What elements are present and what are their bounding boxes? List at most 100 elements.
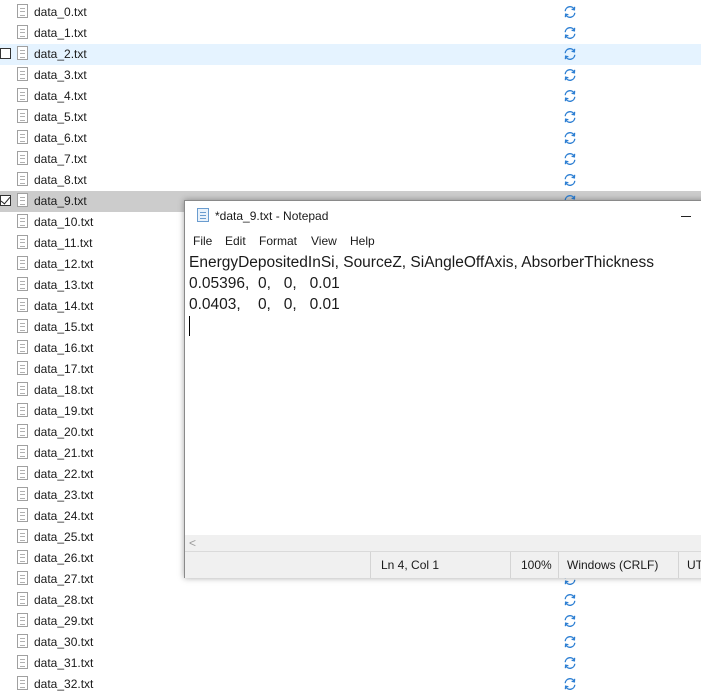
encoding: UT xyxy=(678,552,701,578)
file-name: data_0.txt xyxy=(34,5,87,19)
file-name: data_1.txt xyxy=(34,26,87,40)
file-name: data_25.txt xyxy=(34,530,94,544)
text-file-icon xyxy=(17,466,28,480)
file-name: data_5.txt xyxy=(34,110,87,124)
menu-view[interactable]: View xyxy=(311,234,337,248)
file-row[interactable]: data_3.txt xyxy=(0,65,701,86)
text-file-icon xyxy=(17,109,28,123)
file-name: data_31.txt xyxy=(34,656,94,670)
text-file-icon xyxy=(17,298,28,312)
file-name: data_7.txt xyxy=(34,152,87,166)
file-name: data_4.txt xyxy=(34,89,87,103)
minimize-button[interactable] xyxy=(675,209,691,223)
file-name: data_28.txt xyxy=(34,593,94,607)
file-name: data_13.txt xyxy=(34,278,94,292)
text-file-icon xyxy=(17,508,28,522)
file-row[interactable]: data_4.txt xyxy=(0,86,701,107)
menu-file[interactable]: File xyxy=(193,234,212,248)
text-file-icon xyxy=(17,361,28,375)
menu-help[interactable]: Help xyxy=(350,234,375,248)
file-row[interactable]: data_8.txt xyxy=(0,170,701,191)
text-file-icon xyxy=(17,571,28,585)
file-name: data_22.txt xyxy=(34,467,94,481)
notepad-icon xyxy=(197,208,209,222)
file-name: data_15.txt xyxy=(34,320,94,334)
text-file-icon xyxy=(17,340,28,354)
file-row[interactable]: data_28.txt xyxy=(0,590,701,611)
sync-pending-icon xyxy=(564,174,576,186)
text-file-icon xyxy=(17,403,28,417)
text-file-icon xyxy=(17,25,28,39)
file-name: data_30.txt xyxy=(34,635,94,649)
text-file-icon xyxy=(17,235,28,249)
text-line: EnergyDepositedInSi, SourceZ, SiAngleOff… xyxy=(189,254,654,271)
sync-pending-icon xyxy=(564,594,576,606)
file-row[interactable]: data_31.txt xyxy=(0,653,701,674)
window-title: *data_9.txt - Notepad xyxy=(215,209,329,223)
file-row[interactable]: data_2.txt xyxy=(0,44,701,65)
file-name: data_3.txt xyxy=(34,68,87,82)
text-file-icon xyxy=(17,130,28,144)
file-name: data_19.txt xyxy=(34,404,94,418)
file-name: data_32.txt xyxy=(34,677,94,691)
file-row[interactable]: data_32.txt xyxy=(0,674,701,695)
file-name: data_17.txt xyxy=(34,362,94,376)
file-name: data_9.txt xyxy=(34,194,87,208)
text-file-icon xyxy=(17,676,28,690)
file-row[interactable]: data_6.txt xyxy=(0,128,701,149)
file-name: data_14.txt xyxy=(34,299,94,313)
text-file-icon xyxy=(17,529,28,543)
file-row[interactable]: data_7.txt xyxy=(0,149,701,170)
sync-pending-icon xyxy=(564,132,576,144)
zoom-level: 100% xyxy=(510,552,560,578)
file-name: data_26.txt xyxy=(34,551,94,565)
text-file-icon xyxy=(17,88,28,102)
file-name: data_24.txt xyxy=(34,509,94,523)
text-file-icon xyxy=(17,46,28,60)
row-checkbox[interactable] xyxy=(0,48,11,59)
sync-pending-icon xyxy=(564,678,576,690)
file-row[interactable]: data_29.txt xyxy=(0,611,701,632)
file-name: data_12.txt xyxy=(34,257,94,271)
scroll-left-arrow[interactable]: < xyxy=(189,535,196,551)
notepad-titlebar[interactable]: *data_9.txt - Notepad xyxy=(185,201,701,231)
text-file-icon xyxy=(17,214,28,228)
row-checkbox[interactable] xyxy=(0,195,11,206)
sync-pending-icon xyxy=(564,111,576,123)
file-name: data_27.txt xyxy=(34,572,94,586)
sync-pending-icon xyxy=(564,6,576,18)
file-name: data_21.txt xyxy=(34,446,94,460)
text-file-icon xyxy=(17,4,28,18)
sync-pending-icon xyxy=(564,27,576,39)
file-name: data_20.txt xyxy=(34,425,94,439)
horizontal-scrollbar[interactable]: < xyxy=(185,535,701,551)
sync-pending-icon xyxy=(564,153,576,165)
status-bar: Ln 4, Col 1 100% Windows (CRLF) UT xyxy=(185,551,701,578)
sync-pending-icon xyxy=(564,90,576,102)
line-endings: Windows (CRLF) xyxy=(558,552,678,578)
text-file-icon xyxy=(17,592,28,606)
text-file-icon xyxy=(17,256,28,270)
text-file-icon xyxy=(17,193,28,207)
file-name: data_8.txt xyxy=(34,173,87,187)
sync-pending-icon xyxy=(564,657,576,669)
file-row[interactable]: data_1.txt xyxy=(0,23,701,44)
text-file-icon xyxy=(17,550,28,564)
file-row[interactable]: data_5.txt xyxy=(0,107,701,128)
file-name: data_6.txt xyxy=(34,131,87,145)
text-file-icon xyxy=(17,445,28,459)
file-name: data_11.txt xyxy=(34,236,93,250)
text-editor[interactable]: EnergyDepositedInSi, SourceZ, SiAngleOff… xyxy=(185,253,701,535)
sync-pending-icon xyxy=(564,48,576,60)
menu-edit[interactable]: Edit xyxy=(225,234,246,248)
menu-format[interactable]: Format xyxy=(259,234,297,248)
text-file-icon xyxy=(17,634,28,648)
notepad-window[interactable]: *data_9.txt - Notepad File Edit Format V… xyxy=(184,200,701,578)
text-file-icon xyxy=(17,382,28,396)
text-file-icon xyxy=(17,67,28,81)
sync-pending-icon xyxy=(564,69,576,81)
file-name: data_18.txt xyxy=(34,383,94,397)
file-row[interactable]: data_30.txt xyxy=(0,632,701,653)
text-file-icon xyxy=(17,319,28,333)
file-row[interactable]: data_0.txt xyxy=(0,2,701,23)
